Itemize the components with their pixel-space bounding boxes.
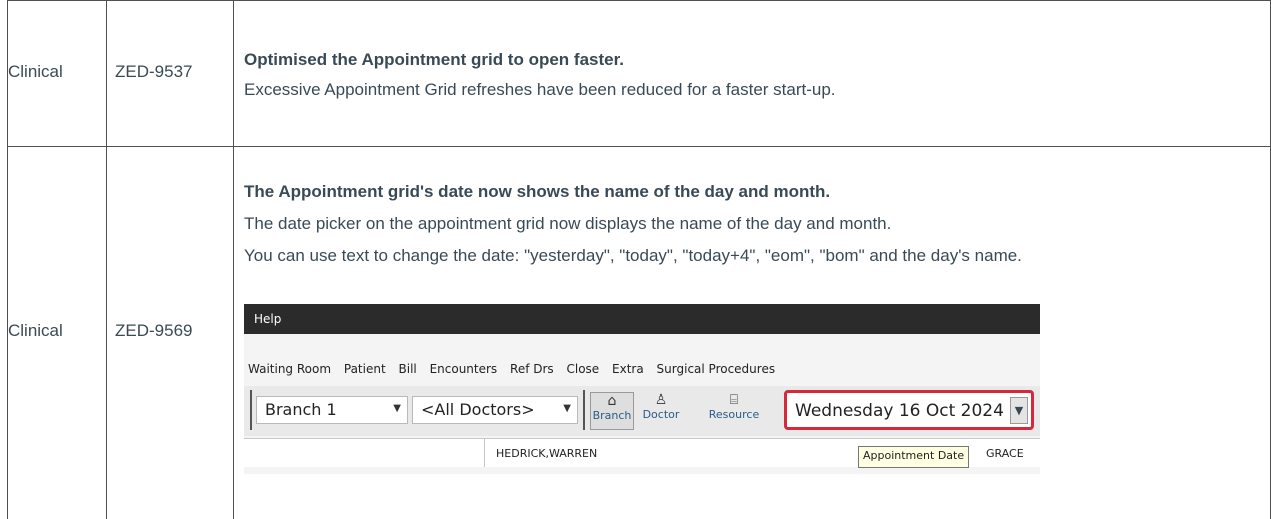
menu-item-close[interactable]: Close <box>567 362 600 376</box>
menu-item-encounters[interactable]: Encounters <box>430 362 498 376</box>
grid-column-divider <box>484 439 485 467</box>
doctor-select[interactable]: <All Doctors> ▼ <box>412 396 578 424</box>
chevron-down-icon: ▼ <box>393 403 401 414</box>
menu-item-bill[interactable]: Bill <box>399 362 417 376</box>
toolbar-separator <box>250 390 252 430</box>
chevron-down-icon: ▼ <box>563 403 571 414</box>
ticket-cell: ZED-9537 <box>115 62 193 81</box>
row-description: Excessive Appointment Grid refreshes hav… <box>244 80 836 99</box>
toolbar: Branch 1 ▼ <All Doctors> ▼ ⌂ Branch ♙ Do… <box>244 386 1040 436</box>
doctor-button[interactable]: ♙ Doctor <box>638 392 684 430</box>
menu-item-waiting-room[interactable]: Waiting Room <box>248 362 331 376</box>
menu-bar: Waiting Room Patient Bill Encounters Ref… <box>248 362 784 376</box>
doctor-column-header[interactable]: HEDRICK,WARREN <box>496 447 597 460</box>
doctor-button-label: Doctor <box>642 408 680 421</box>
toolbar-separator <box>583 390 585 430</box>
row-title: Optimised the Appointment grid to open f… <box>244 50 624 69</box>
menu-item-surgical-procedures[interactable]: Surgical Procedures <box>657 362 776 376</box>
embedded-screenshot: Help Waiting Room Patient Bill Encounter… <box>244 304 1040 474</box>
branch-select-value: Branch 1 <box>265 400 337 419</box>
column-divider <box>233 0 234 519</box>
category-cell: Clinical <box>8 321 63 340</box>
help-menu[interactable]: Help <box>254 312 281 326</box>
appointment-date-picker[interactable]: Wednesday 16 Oct 2024 ▼ <box>784 390 1034 430</box>
menu-item-ref-drs[interactable]: Ref Drs <box>510 362 554 376</box>
category-cell: Clinical <box>8 62 63 81</box>
building-icon: ⌸ <box>729 392 739 408</box>
column-divider <box>106 0 107 519</box>
doctor-column-header[interactable]: GRACE <box>986 447 1024 460</box>
resource-button-label: Resource <box>708 408 760 421</box>
row-divider <box>7 0 1271 1</box>
menu-item-extra[interactable]: Extra <box>612 362 644 376</box>
title-bar: Help <box>244 304 1040 334</box>
branch-select[interactable]: Branch 1 ▼ <box>256 396 408 424</box>
row-description: The date picker on the appointment grid … <box>244 214 892 233</box>
chevron-down-icon[interactable]: ▼ <box>1010 397 1028 424</box>
tooltip: Appointment Date <box>858 446 970 468</box>
branch-button[interactable]: ⌂ Branch <box>590 392 634 430</box>
ticket-cell: ZED-9569 <box>115 321 193 340</box>
branch-button-label: Branch <box>592 409 632 422</box>
home-icon: ⌂ <box>607 393 617 409</box>
release-notes-table: Clinical ZED-9537 Optimised the Appointm… <box>0 0 1271 519</box>
doctor-select-value: <All Doctors> <box>421 400 535 419</box>
row-title: The Appointment grid's date now shows th… <box>244 182 831 201</box>
resource-button[interactable]: ⌸ Resource <box>688 392 780 430</box>
date-value: Wednesday 16 Oct 2024 <box>795 401 1004 421</box>
row-description: You can use text to change the date: "ye… <box>244 246 1022 265</box>
person-icon: ♙ <box>654 392 668 408</box>
row-divider <box>7 146 1271 147</box>
menu-item-patient[interactable]: Patient <box>344 362 386 376</box>
